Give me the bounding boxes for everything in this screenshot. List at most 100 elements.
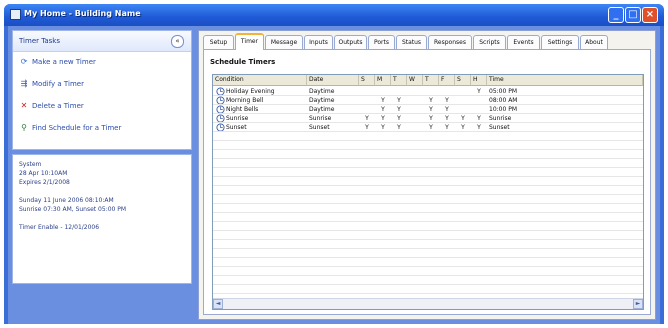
scroll-right-button[interactable]: ► (633, 299, 643, 309)
column-header[interactable]: H (471, 75, 487, 86)
tab-inputs[interactable]: Inputs (304, 35, 333, 49)
title-bar[interactable]: My Home - Building Name _ □ × (4, 4, 664, 26)
grid-line (213, 104, 643, 105)
tab-setup[interactable]: Setup (203, 35, 234, 49)
grid-line (213, 131, 643, 132)
task-item[interactable]: ⇶ Modify a Timer (19, 79, 84, 91)
grid-line (213, 122, 643, 123)
date-cell: Sunrise (309, 115, 332, 122)
find-icon: ⚲ (21, 123, 27, 132)
info-line: Sunrise 07:30 AM, Sunset 05:00 PM (19, 206, 127, 213)
day-cell: Y (477, 124, 481, 131)
new-timer-icon: ⟳ (20, 57, 28, 66)
date-cell: Daytime (309, 88, 335, 95)
condition-cell: Sunset (226, 124, 247, 131)
day-cell: Y (461, 115, 465, 122)
grid-line (213, 149, 643, 150)
delete-icon: ✕ (20, 101, 28, 110)
grid-line (213, 221, 643, 222)
date-cell: Daytime (309, 106, 335, 113)
column-header[interactable]: Condition (213, 75, 307, 86)
time-cell: 10:00 PM (489, 106, 517, 113)
tab-timer[interactable]: Timer (235, 33, 264, 50)
day-cell: Y (445, 106, 449, 113)
condition-cell: Night Bells (226, 106, 259, 113)
tab-settings[interactable]: Settings (541, 35, 579, 49)
day-cell: Y (397, 124, 401, 131)
tab-about[interactable]: About (580, 35, 608, 49)
time-cell: 08:00 AM (489, 97, 518, 104)
grid-line (213, 185, 643, 186)
timer-tasks-header[interactable]: Timer Tasks « (13, 31, 191, 52)
grid-line (213, 257, 643, 258)
column-header[interactable]: T (391, 75, 407, 86)
tab-scripts[interactable]: Scripts (473, 35, 506, 49)
day-cell: Y (477, 88, 481, 95)
schedule-grid[interactable]: Condition Date S M T W T F S H Time Holiday Evenin… (212, 74, 644, 310)
collapse-icon[interactable]: « (171, 35, 184, 48)
grid-line (213, 212, 643, 213)
day-cell: Y (445, 115, 449, 122)
section-title: Schedule Timers (210, 58, 276, 66)
tab-ports[interactable]: Ports (368, 35, 395, 49)
close-button[interactable]: × (642, 7, 658, 23)
grid-line (213, 230, 643, 231)
time-cell: 05:00 PM (489, 88, 517, 95)
time-cell: Sunset (489, 124, 510, 131)
task-label: Make a new Timer (32, 58, 96, 66)
info-panel: System 28 Apr 10:10AM Expires 2/1/2008 Sund… (12, 154, 192, 284)
tab-events[interactable]: Events (507, 35, 540, 49)
tab-outputs[interactable]: Outputs (334, 35, 367, 49)
grid-line (213, 113, 643, 114)
client-area: Timer Tasks « ⟳ Make a new Timer ⇶ Modify a… (8, 26, 660, 324)
timer-tasks-panel: Timer Tasks « ⟳ Make a new Timer ⇶ Modify a… (12, 30, 192, 150)
grid-line (213, 203, 643, 204)
day-cell: Y (397, 97, 401, 104)
column-header[interactable]: S (455, 75, 471, 86)
task-label: Find Schedule for a Timer (32, 124, 122, 132)
window-title: My Home - Building Name (24, 9, 141, 18)
day-cell: Y (381, 124, 385, 131)
task-item[interactable]: ⚲ Find Schedule for a Timer (19, 123, 121, 135)
column-header[interactable]: T (423, 75, 439, 86)
tab-responses[interactable]: Responses (428, 35, 472, 49)
day-cell: Y (365, 124, 369, 131)
column-header[interactable]: Time (487, 75, 643, 86)
grid-line (213, 293, 643, 294)
column-header[interactable]: Date (307, 75, 359, 86)
timer-tasks-title: Timer Tasks (19, 37, 60, 45)
column-header[interactable]: F (439, 75, 455, 86)
day-cell: Y (477, 115, 481, 122)
scroll-left-button[interactable]: ◄ (213, 299, 223, 309)
tab-panel-timer: Schedule Timers Condition Date S M T W T F S H Tim… (203, 49, 651, 315)
condition-cell: Morning Bell (226, 97, 264, 104)
minimize-button[interactable]: _ (608, 7, 624, 23)
grid-line (213, 167, 643, 168)
day-cell: Y (445, 97, 449, 104)
info-line: Timer Enable - 12/01/2006 (19, 224, 100, 231)
column-header[interactable]: M (375, 75, 391, 86)
condition-cell: Sunrise (226, 115, 249, 122)
horizontal-scrollbar[interactable]: ◄ ► (213, 298, 643, 309)
day-cell: Y (381, 106, 385, 113)
grid-line (213, 194, 643, 195)
tab-message[interactable]: Message (265, 35, 303, 49)
info-line: 28 Apr 10:10AM (19, 170, 68, 177)
task-item[interactable]: ✕ Delete a Timer (19, 101, 84, 113)
modify-timer-icon: ⇶ (20, 79, 28, 88)
column-header[interactable]: S (359, 75, 375, 86)
info-line: System (19, 161, 42, 168)
date-cell: Daytime (309, 97, 335, 104)
day-cell: Y (429, 124, 433, 131)
day-cell: Y (429, 106, 433, 113)
day-cell: Y (429, 115, 433, 122)
grid-line (213, 239, 643, 240)
grid-line (213, 284, 643, 285)
task-item[interactable]: ⟳ Make a new Timer (19, 57, 96, 69)
day-cell: Y (365, 115, 369, 122)
maximize-button[interactable]: □ (625, 7, 641, 23)
column-header[interactable]: W (407, 75, 423, 86)
grid-line (213, 158, 643, 159)
tab-status[interactable]: Status (396, 35, 427, 49)
app-icon (10, 9, 21, 20)
